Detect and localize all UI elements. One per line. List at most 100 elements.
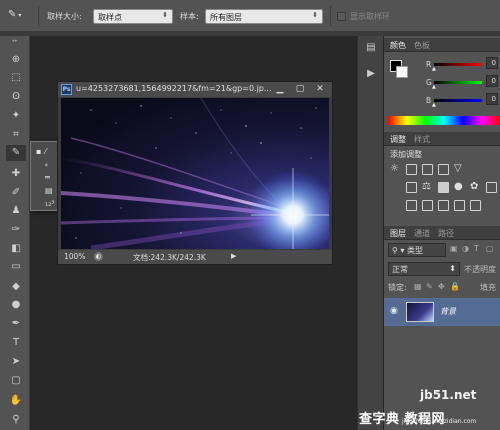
r-value[interactable]: 0 — [486, 57, 498, 69]
sample-label: 样本: — [180, 12, 199, 21]
filter-shape-icon[interactable]: ▢ — [486, 244, 494, 253]
color-spectrum-bar[interactable] — [388, 116, 500, 125]
image-canvas[interactable] — [60, 97, 338, 260]
posterize-icon[interactable] — [422, 200, 433, 211]
lock-transparent-icon[interactable]: ▦ — [414, 282, 422, 291]
levels-icon[interactable] — [406, 164, 417, 175]
eyedropper-icon[interactable]: ✎ — [6, 145, 26, 161]
tab-channels[interactable]: 通道 — [414, 228, 430, 239]
minimize-button[interactable]: ▁ — [270, 82, 290, 97]
channel-mixer-icon[interactable]: ✿ — [470, 181, 478, 192]
lock-pixels-icon[interactable]: ✎ — [426, 282, 433, 291]
history-icon[interactable]: ▤ — [364, 42, 378, 56]
layer-row-background[interactable]: ◉ 背景 — [384, 298, 500, 326]
collapse-icon[interactable]: ▸▸ — [3, 38, 27, 44]
b-slider[interactable] — [434, 99, 482, 102]
separator — [330, 6, 331, 26]
b-label: B — [426, 96, 432, 105]
sample-select[interactable]: 所有图层 ⬍ — [205, 9, 323, 24]
b-value[interactable]: 0 — [486, 93, 498, 105]
search-icon: ⚲ ▾ — [392, 246, 405, 255]
path-select-icon[interactable]: ➤ — [6, 354, 26, 370]
photo-filter-icon[interactable]: ● — [454, 181, 463, 192]
healing-icon[interactable]: ✚ — [6, 166, 26, 182]
color-balance-icon[interactable]: ⚖ — [422, 181, 431, 192]
lock-all-icon[interactable]: 🔒 — [450, 282, 460, 291]
current-tool-marker: ▪ — [36, 147, 42, 156]
history-brush-icon[interactable]: ✑ — [6, 222, 26, 238]
r-slider[interactable] — [434, 63, 482, 66]
adjustment-row-3 — [390, 199, 498, 213]
invert-icon[interactable] — [406, 200, 417, 211]
opacity-label: 不透明度 — [464, 265, 496, 274]
filter-type-icon[interactable]: T — [474, 244, 479, 253]
tab-styles[interactable]: 样式 — [414, 134, 430, 145]
tab-paths[interactable]: 路径 — [438, 228, 454, 239]
vibrance-icon[interactable]: ▽ — [454, 163, 462, 174]
actions-play-icon[interactable]: ▶ — [364, 68, 378, 82]
color-panel-tabs: 颜色 色板 — [384, 38, 500, 52]
pen-icon[interactable]: ✒ — [6, 316, 26, 332]
lasso-icon[interactable]: ʘ — [6, 89, 26, 105]
blur-icon[interactable]: ◆ — [6, 279, 26, 295]
r-label: R — [426, 60, 432, 69]
status-menu-arrow-icon[interactable]: ▶ — [231, 252, 236, 260]
blend-mode-select[interactable]: 正常 ⬍ — [388, 262, 460, 276]
tab-swatches[interactable]: 色板 — [414, 40, 430, 51]
document-title-bar[interactable]: Ps u=4253273681,1564992217&fm=21&gp=0.jp… — [58, 82, 332, 97]
g-slider[interactable] — [434, 81, 482, 84]
eraser-icon[interactable]: ◧ — [6, 241, 26, 257]
color-lookup-icon[interactable] — [486, 182, 497, 193]
crop-icon[interactable]: ⌗ — [6, 127, 26, 143]
move-icon[interactable]: ⊕ — [6, 52, 26, 68]
magic-wand-icon[interactable]: ✦ — [6, 108, 26, 124]
eye-visibility-icon[interactable]: ◉ — [390, 306, 398, 316]
filter-adjust-icon[interactable]: ◑ — [462, 244, 469, 253]
sample-size-select[interactable]: 取样点 ⬍ — [93, 9, 173, 24]
slider-thumb-icon[interactable]: ▲ — [432, 66, 436, 72]
marquee-icon[interactable]: ⬚ — [6, 70, 26, 86]
gradient-map-icon[interactable] — [454, 200, 465, 211]
status-icon[interactable]: ◐ — [94, 252, 103, 261]
layer-name[interactable]: 背景 — [440, 306, 456, 317]
background-color-swatch[interactable] — [396, 66, 408, 78]
slider-thumb-icon[interactable]: ▲ — [432, 84, 436, 90]
curves-icon[interactable] — [422, 164, 433, 175]
dodge-icon[interactable]: ● — [6, 297, 26, 313]
tab-layers[interactable]: 图层 — [390, 228, 406, 239]
brush-icon[interactable]: ✐ — [6, 185, 26, 201]
tab-color[interactable]: 颜色 — [390, 40, 406, 51]
gradient-icon[interactable]: ▭ — [6, 259, 26, 275]
zoom-icon[interactable]: ⚲ — [6, 412, 26, 428]
eyedropper-preset-icon[interactable]: ✎ ▾ — [8, 9, 30, 24]
filter-pixel-icon[interactable]: ▣ — [450, 244, 458, 253]
stamp-icon[interactable]: ♟ — [6, 203, 26, 219]
layers-panel-tabs: 图层 通道 路径 — [384, 226, 500, 240]
document-status-bar: 100% ◐ 文档:242.3K/242.3K ▶ — [58, 250, 332, 264]
threshold-icon[interactable] — [438, 200, 449, 211]
brightness-icon[interactable]: ☼ — [390, 163, 399, 174]
maximize-button[interactable]: ▢ — [290, 82, 310, 97]
g-value[interactable]: 0 — [486, 75, 498, 87]
panel-dock-strip: ▤ ▶ — [357, 36, 383, 430]
hand-icon[interactable]: ✋ — [6, 393, 26, 409]
type-icon[interactable]: T — [6, 335, 26, 351]
zoom-level[interactable]: 100% — [64, 252, 85, 261]
close-button[interactable]: ✕ — [310, 82, 330, 97]
watermark-url: jiaocheng.chazidian.com — [402, 418, 477, 425]
sample-size-label: 取样大小: — [47, 12, 82, 21]
selective-color-icon[interactable] — [470, 200, 481, 211]
exposure-icon[interactable] — [438, 164, 449, 175]
shape-icon[interactable]: ▢ — [6, 373, 26, 389]
lock-position-icon[interactable]: ✥ — [438, 282, 445, 291]
chevron-down-icon: ⬍ — [449, 264, 456, 273]
show-ring-checkbox[interactable] — [337, 12, 346, 21]
tab-adjustments[interactable]: 调整 — [390, 134, 406, 145]
adjustment-row-2: ⚖ ● ✿ — [390, 181, 498, 195]
chevron-down-icon: ⬍ — [312, 11, 318, 19]
fill-label: 填充 — [480, 283, 496, 292]
hue-saturation-icon[interactable] — [406, 182, 417, 193]
black-white-icon[interactable] — [438, 182, 449, 193]
slider-thumb-icon[interactable]: ▲ — [432, 102, 436, 108]
layer-filter-select[interactable]: ⚲ ▾ 类型 — [388, 243, 446, 257]
